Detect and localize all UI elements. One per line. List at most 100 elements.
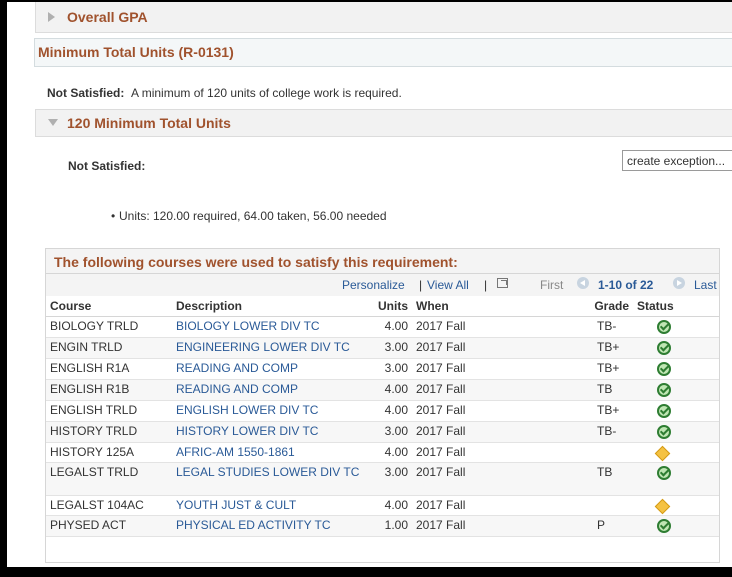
subrequirement-title[interactable]: 120 Minimum Total Units [67, 115, 231, 131]
course-row: ENGLISH TRLD ENGLISH LOWER DIV TC 4.00 2017… [46, 400, 719, 422]
units-cell: 4.00 [363, 379, 412, 401]
course-row: ENGLISH R1B READING AND COMP 4.00 2017 Fall… [46, 379, 719, 401]
courses-grid: The following courses were used to satis… [45, 248, 720, 563]
when-cell: 2017 Fall [412, 400, 587, 422]
requirement-status: Not Satisfied: A minimum of 120 units of… [47, 86, 402, 100]
courses-table-header: Course Description Units When Grade Stat… [46, 297, 719, 317]
satisfied-icon [657, 383, 671, 397]
satisfied-icon [657, 519, 671, 533]
overall-gpa-label[interactable]: Overall GPA [67, 9, 148, 25]
units-cell: 4.00 [363, 442, 412, 463]
requirement-status-text: A minimum of 120 units of college work i… [131, 86, 402, 100]
description-link[interactable]: AFRIC-AM 1550-1861 [172, 442, 363, 463]
course-cell: ENGLISH R1A [46, 358, 172, 380]
units-cell: 1.00 [363, 515, 412, 537]
description-link[interactable]: READING AND COMP [172, 358, 363, 380]
status-cell [633, 442, 719, 463]
when-cell: 2017 Fall [412, 442, 587, 463]
when-cell: 2017 Fall [412, 495, 587, 516]
course-row: HISTORY TRLD HISTORY LOWER DIV TC 3.00 2017… [46, 421, 719, 443]
course-cell: PHYSED ACT [46, 515, 172, 537]
course-row: LEGALST TRLD LEGAL STUDIES LOWER DIV TC 3.… [46, 462, 719, 496]
grade-column-header: Grade [587, 297, 633, 317]
grade-cell: TB+ [587, 358, 633, 380]
satisfied-icon [657, 466, 671, 480]
courses-table: Course Description Units When Grade Stat… [46, 297, 719, 537]
status-cell [633, 400, 719, 422]
course-cell: HISTORY TRLD [46, 421, 172, 443]
requirement-status-label: Not Satisfied: [47, 86, 125, 100]
last-link[interactable]: Last [694, 278, 717, 292]
grade-cell [587, 495, 633, 516]
grade-cell: TB- [587, 316, 633, 338]
description-column-header: Description [172, 297, 363, 317]
course-cell: ENGLISH TRLD [46, 400, 172, 422]
status-cell [633, 337, 719, 359]
collapse-chevron-icon[interactable] [48, 119, 58, 126]
units-cell: 3.00 [363, 421, 412, 443]
course-row: BIOLOGY TRLD BIOLOGY LOWER DIV TC 4.00 2017… [46, 316, 719, 338]
requirement-header: Minimum Total Units (R-0131) [34, 38, 732, 67]
description-link[interactable]: BIOLOGY LOWER DIV TC [172, 316, 363, 338]
course-row: ENGIN TRLD ENGINEERING LOWER DIV TC 3.00 20… [46, 337, 719, 359]
first-label: First [540, 278, 564, 292]
grade-cell: TB+ [587, 337, 633, 359]
status-column-header: Status [633, 297, 719, 317]
nav-separator-2: | [484, 278, 488, 292]
units-summary: Units: 120.00 required, 64.00 taken, 56.… [111, 209, 387, 223]
status-cell [633, 421, 719, 443]
when-cell: 2017 Fall [412, 316, 587, 338]
status-cell [633, 495, 719, 516]
in-progress-icon [654, 445, 671, 462]
when-cell: 2017 Fall [412, 421, 587, 443]
subrequirement-section-header[interactable]: 120 Minimum Total Units [35, 109, 732, 137]
satisfied-icon [657, 362, 671, 376]
description-link[interactable]: PHYSICAL ED ACTIVITY TC [172, 515, 363, 537]
nav-separator: | [419, 278, 423, 292]
next-page-icon[interactable] [673, 277, 685, 289]
satisfied-icon [657, 320, 671, 334]
view-all-link[interactable]: View All [427, 278, 469, 292]
requirement-title: Minimum Total Units (R-0131) [38, 44, 234, 60]
grade-cell: P [587, 515, 633, 537]
zoom-grid-icon[interactable] [497, 278, 508, 288]
units-cell: 3.00 [363, 358, 412, 380]
grade-cell: TB- [587, 421, 633, 443]
description-link[interactable]: LEGAL STUDIES LOWER DIV TC [172, 462, 363, 496]
in-progress-icon [654, 498, 671, 515]
status-cell [633, 515, 719, 537]
units-cell: 4.00 [363, 495, 412, 516]
satisfied-icon [657, 341, 671, 355]
course-column-header: Course [46, 297, 172, 317]
status-cell [633, 379, 719, 401]
overall-gpa-section-header[interactable]: Overall GPA [35, 2, 732, 33]
status-cell [633, 462, 719, 496]
course-cell: ENGIN TRLD [46, 337, 172, 359]
courses-grid-title-bar: The following courses were used to satis… [46, 249, 719, 274]
course-cell: LEGALST TRLD [46, 462, 172, 496]
when-cell: 2017 Fall [412, 337, 587, 359]
course-row: ENGLISH R1A READING AND COMP 3.00 2017 Fall… [46, 358, 719, 380]
course-cell: HISTORY 125A [46, 442, 172, 463]
description-link[interactable]: READING AND COMP [172, 379, 363, 401]
grade-cell: TB [587, 379, 633, 401]
personalize-link[interactable]: Personalize [342, 278, 405, 292]
courses-grid-title: The following courses were used to satis… [54, 254, 458, 270]
previous-page-icon[interactable] [577, 277, 589, 289]
row-range: 1-10 of 22 [598, 278, 654, 292]
grade-cell [587, 442, 633, 463]
create-exception-button[interactable]: create exception... [622, 150, 732, 171]
grid-navigation-bar: Personalize | View All | First 1-10 of 2… [46, 274, 719, 296]
when-cell: 2017 Fall [412, 379, 587, 401]
units-cell: 4.00 [363, 316, 412, 338]
when-cell: 2017 Fall [412, 515, 587, 537]
description-link[interactable]: ENGINEERING LOWER DIV TC [172, 337, 363, 359]
grade-cell: TB [587, 462, 633, 496]
expand-chevron-icon[interactable] [48, 12, 55, 22]
description-link[interactable]: ENGLISH LOWER DIV TC [172, 400, 363, 422]
description-link[interactable]: HISTORY LOWER DIV TC [172, 421, 363, 443]
status-cell [633, 358, 719, 380]
description-link[interactable]: YOUTH JUST & CULT [172, 495, 363, 516]
units-cell: 4.00 [363, 400, 412, 422]
satisfied-icon [657, 425, 671, 439]
